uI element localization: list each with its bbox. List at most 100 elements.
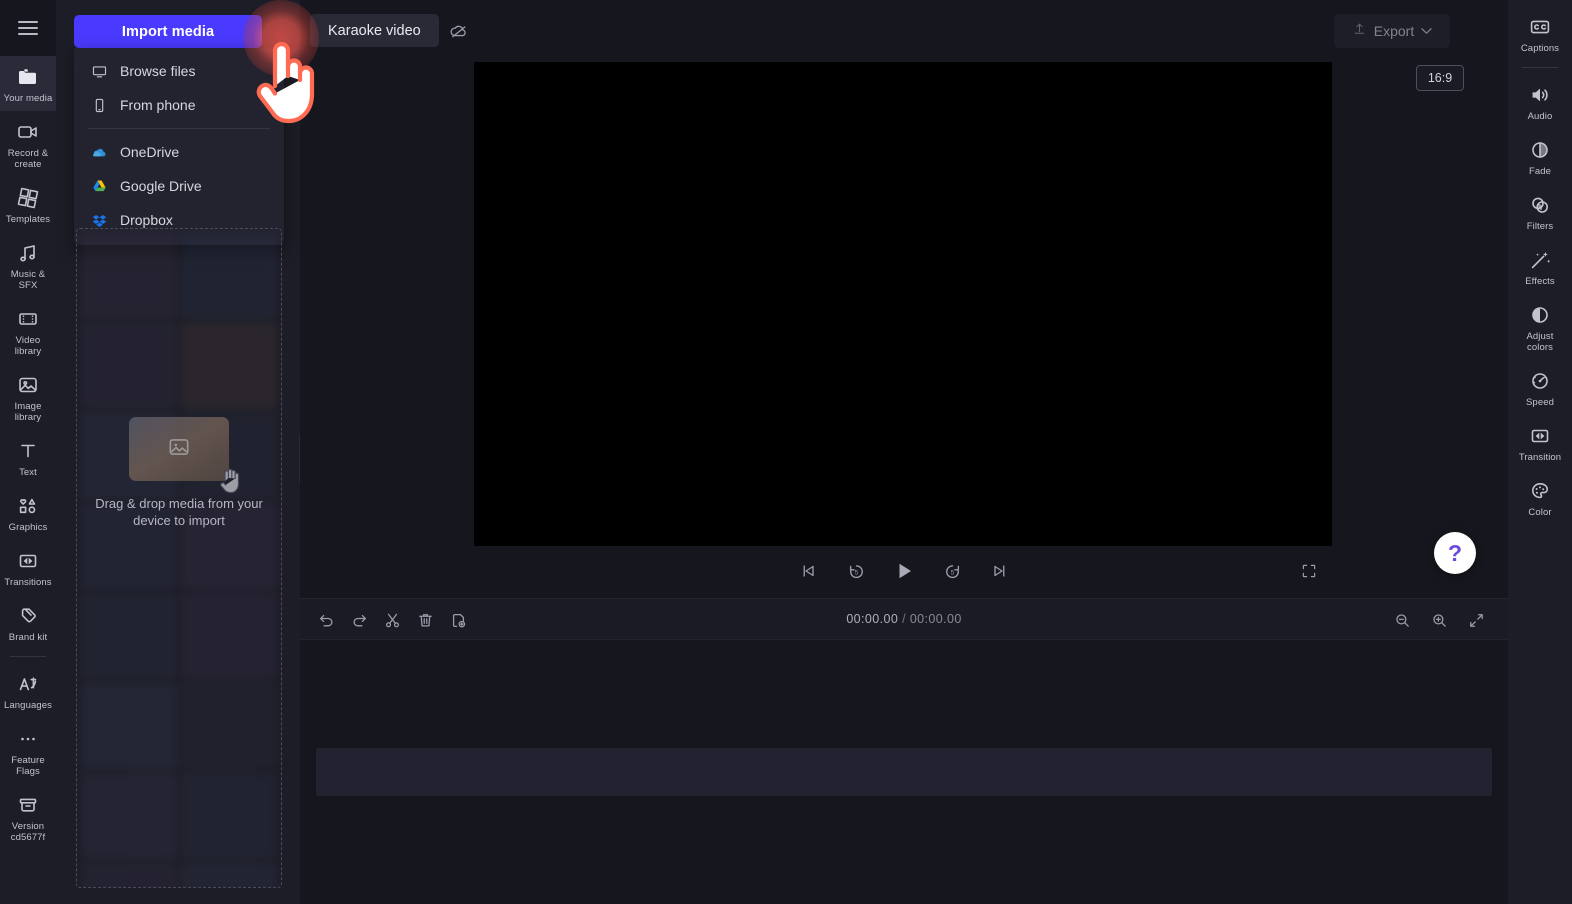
current-time: 00:00.00	[846, 612, 898, 626]
right-properties-rail: Captions Audio Fade Filters Effect	[1508, 0, 1572, 904]
dropzone-media-card	[129, 417, 229, 481]
sidebar-item-image-library[interactable]: Image library	[0, 364, 56, 430]
total-time: 00:00.00	[910, 612, 962, 626]
menu-item-label: Browse files	[120, 63, 195, 79]
trash-icon[interactable]	[413, 608, 437, 632]
property-item-speed[interactable]: Speed	[1508, 360, 1572, 415]
sidebar-item-version[interactable]: Version cd5677f	[0, 784, 56, 850]
transition-icon	[16, 549, 40, 573]
grab-hand-icon	[217, 463, 247, 495]
media-dropzone[interactable]: Drag & drop media from your device to im…	[76, 228, 282, 888]
dropbox-icon	[90, 211, 108, 229]
sidebar-item-label: Templates	[6, 214, 50, 225]
rail-divider	[10, 656, 46, 657]
property-item-filters[interactable]: Filters	[1508, 184, 1572, 239]
fit-arrows-icon[interactable]	[1464, 608, 1488, 632]
timeline-track[interactable]	[316, 748, 1492, 796]
left-navigation-rail: Your media Record & create Templates Mus…	[0, 0, 56, 904]
import-media-button[interactable]: Import media	[74, 15, 262, 48]
closed-captions-icon	[1528, 15, 1552, 39]
faded-media-thumbnails	[77, 229, 281, 887]
timeline-edit-tools	[314, 608, 470, 632]
property-item-captions[interactable]: Captions	[1508, 6, 1572, 61]
sidebar-item-your-media[interactable]: Your media	[0, 56, 56, 111]
help-button[interactable]: ?	[1434, 532, 1476, 574]
skip-previous-icon[interactable]	[795, 558, 821, 584]
duplicate-plus-icon[interactable]	[446, 608, 470, 632]
sidebar-item-label: Graphics	[9, 522, 48, 533]
cloud-off-icon[interactable]	[447, 20, 471, 42]
aspect-ratio-selector[interactable]: 16:9	[1416, 65, 1464, 91]
sidebar-item-label: Brand kit	[9, 632, 47, 643]
sidebar-item-graphics[interactable]: Graphics	[0, 485, 56, 540]
menu-item-onedrive[interactable]: OneDrive	[74, 135, 284, 169]
property-item-fade[interactable]: Fade	[1508, 129, 1572, 184]
forward-5-icon[interactable]: 5	[939, 558, 965, 584]
menu-item-from-phone[interactable]: From phone	[74, 88, 284, 122]
magnifier-plus-icon[interactable]	[1427, 608, 1451, 632]
sidebar-item-label: Feature Flags	[2, 755, 54, 777]
play-button[interactable]	[891, 558, 917, 584]
export-button-label: Export	[1374, 23, 1414, 39]
import-media-menu: Browse files From phone OneDrive	[74, 48, 284, 245]
menu-item-browse-files[interactable]: Browse files	[74, 54, 284, 88]
google-drive-icon	[90, 177, 108, 195]
sidebar-item-templates[interactable]: Templates	[0, 177, 56, 232]
rewind-5-icon[interactable]: 5	[843, 558, 869, 584]
timeline-zoom-controls	[1390, 608, 1488, 632]
property-item-label: Effects	[1525, 276, 1555, 287]
skip-next-icon[interactable]	[987, 558, 1013, 584]
sidebar-item-label: Languages	[4, 700, 52, 711]
property-item-effects[interactable]: Effects	[1508, 239, 1572, 294]
export-button[interactable]: Export	[1334, 14, 1450, 48]
preview-area: 16:9 5	[300, 62, 1508, 598]
sidebar-item-transitions[interactable]: Transitions	[0, 540, 56, 595]
fade-circle-icon	[1528, 138, 1552, 162]
property-item-transition[interactable]: Transition	[1508, 415, 1572, 470]
property-item-label: Audio	[1528, 111, 1553, 122]
magnifier-minus-icon[interactable]	[1390, 608, 1414, 632]
sidebar-item-video-library[interactable]: Video library	[0, 298, 56, 364]
image-placeholder-icon	[166, 434, 192, 465]
sidebar-item-feature-flags[interactable]: Feature Flags	[0, 718, 56, 784]
property-item-label: Fade	[1529, 166, 1551, 177]
ellipsis-icon	[16, 727, 40, 751]
sidebar-item-text[interactable]: Text	[0, 430, 56, 485]
sidebar-item-record-and-create[interactable]: Record & create	[0, 111, 56, 177]
hamburger-menu-button[interactable]	[0, 0, 56, 56]
undo-arrow-icon[interactable]	[314, 608, 338, 632]
playback-controls-bar: 5 5	[300, 552, 1508, 596]
timeline-body[interactable]	[300, 640, 1508, 904]
top-toolbar: Karaoke video Export	[300, 0, 1508, 62]
upload-arrow-icon	[1352, 21, 1367, 41]
sidebar-item-music-and-sfx[interactable]: Music & SFX	[0, 232, 56, 298]
fullscreen-icon[interactable]	[1300, 562, 1320, 582]
property-item-label: Adjust colors	[1513, 331, 1567, 353]
help-question-mark: ?	[1448, 542, 1462, 565]
sidebar-item-languages[interactable]: Languages	[0, 663, 56, 718]
property-item-adjust-colors[interactable]: Adjust colors	[1508, 294, 1572, 360]
text-t-icon	[16, 439, 40, 463]
shapes-icon	[16, 494, 40, 518]
redo-arrow-icon[interactable]	[347, 608, 371, 632]
scissors-icon[interactable]	[380, 608, 404, 632]
project-title-field[interactable]: Karaoke video	[310, 14, 439, 47]
menu-item-google-drive[interactable]: Google Drive	[74, 169, 284, 203]
language-a-icon	[16, 672, 40, 696]
property-item-audio[interactable]: Audio	[1508, 74, 1572, 129]
sidebar-item-label: Your media	[4, 93, 53, 104]
folder-icon	[16, 65, 40, 89]
property-item-label: Transition	[1519, 452, 1561, 463]
property-item-color[interactable]: Color	[1508, 470, 1572, 525]
image-icon	[16, 373, 40, 397]
property-item-label: Filters	[1527, 221, 1554, 232]
sidebar-item-label: Music & SFX	[2, 269, 54, 291]
sidebar-item-label: Text	[19, 467, 37, 478]
clipchamp-editor-window: Your media Record & create Templates Mus…	[0, 0, 1572, 904]
video-preview-canvas[interactable]	[474, 62, 1332, 546]
chevron-down-icon	[1421, 22, 1432, 40]
video-camera-icon	[16, 120, 40, 144]
sidebar-item-brand-kit[interactable]: Brand kit	[0, 595, 56, 650]
property-item-label: Speed	[1526, 397, 1554, 408]
speedometer-icon	[1528, 369, 1552, 393]
